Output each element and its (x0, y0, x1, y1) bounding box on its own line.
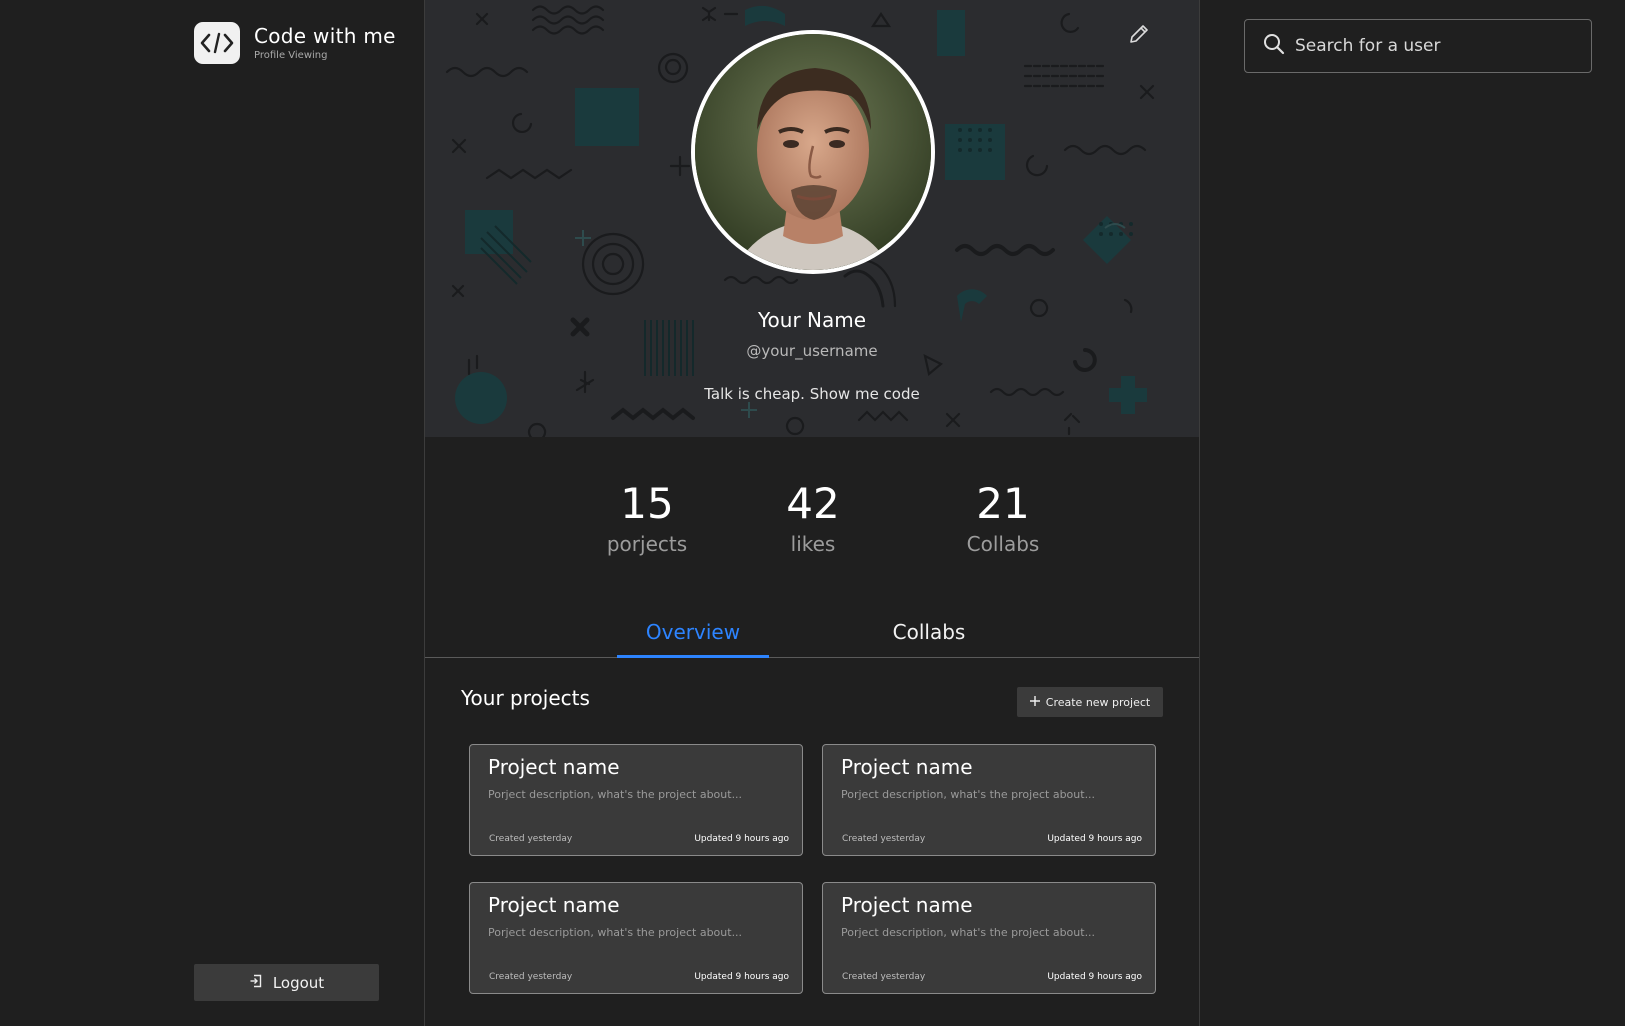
project-card[interactable]: Project name Porject description, what's… (469, 744, 803, 856)
project-name: Project name (841, 755, 973, 779)
profile-bio: Talk is cheap. Show me code (704, 385, 920, 403)
search-input[interactable] (1295, 36, 1585, 56)
stat-value: 21 (976, 479, 1030, 528)
project-card[interactable]: Project name Porject description, what's… (469, 882, 803, 994)
project-description: Porject description, what's the project … (488, 926, 743, 939)
stat-projects: 15 porjects (567, 478, 727, 556)
logout-button[interactable]: Logout (194, 964, 379, 1001)
project-description: Porject description, what's the project … (841, 788, 1096, 801)
profile-stats: 15 porjects 42 likes 21 Collabs (425, 478, 1199, 568)
stat-value: 15 (620, 479, 674, 528)
tab-collabs[interactable]: Collabs (853, 608, 1005, 658)
project-name: Project name (841, 893, 973, 917)
stat-label: Collabs (966, 532, 1040, 556)
stat-likes: 42 likes (733, 478, 893, 556)
project-updated: Updated 9 hours ago (1047, 834, 1142, 844)
create-project-button[interactable]: Create new project (1017, 687, 1163, 717)
logout-label: Logout (272, 973, 325, 992)
project-name: Project name (488, 755, 620, 779)
profile-avatar (691, 30, 935, 274)
projects-header: Your projects Create new project (461, 684, 1163, 718)
profile-tabs: Overview Collabs (425, 608, 1199, 658)
plus-icon (1029, 695, 1040, 709)
project-updated: Updated 9 hours ago (694, 972, 789, 982)
project-created: Created yesterday (489, 972, 573, 982)
stat-collabs: 21 Collabs (923, 478, 1083, 556)
stat-value: 42 (786, 479, 840, 528)
brand-text: Code with me Profile Viewing (254, 24, 396, 62)
project-card[interactable]: Project name Porject description, what's… (822, 744, 1156, 856)
profile-main: Your Name @your_username Talk is cheap. … (424, 0, 1200, 1026)
stat-label: porjects (606, 532, 688, 556)
project-description: Porject description, what's the project … (488, 788, 743, 801)
logout-icon (249, 974, 263, 992)
projects-title: Your projects (461, 686, 590, 710)
stat-label: likes (790, 532, 836, 556)
brand[interactable]: Code with me Profile Viewing (194, 22, 396, 64)
project-description: Porject description, what's the project … (841, 926, 1096, 939)
profile-name: Your Name (757, 308, 867, 332)
edit-profile-button[interactable] (1121, 16, 1157, 52)
create-project-label: Create new project (1045, 695, 1151, 709)
brand-subtitle: Profile Viewing (254, 50, 328, 61)
profile-header: Your Name @your_username Talk is cheap. … (425, 0, 1199, 437)
user-search[interactable] (1244, 19, 1592, 73)
project-card[interactable]: Project name Porject description, what's… (822, 882, 1156, 994)
project-created: Created yesterday (489, 834, 573, 844)
profile-username: @your_username (746, 342, 878, 360)
project-created: Created yesterday (842, 972, 926, 982)
project-updated: Updated 9 hours ago (694, 834, 789, 844)
project-updated: Updated 9 hours ago (1047, 972, 1142, 982)
search-icon (1263, 33, 1285, 59)
pencil-icon (1130, 25, 1148, 43)
project-name: Project name (488, 893, 620, 917)
brand-title: Code with me (254, 24, 396, 48)
app-root: Code with me Profile Viewing Logout Your… (0, 0, 1625, 1026)
code-brackets-icon (194, 22, 240, 64)
project-created: Created yesterday (842, 834, 926, 844)
tab-overview[interactable]: Overview (617, 608, 769, 658)
sidebar: Code with me Profile Viewing Logout (0, 0, 424, 1026)
